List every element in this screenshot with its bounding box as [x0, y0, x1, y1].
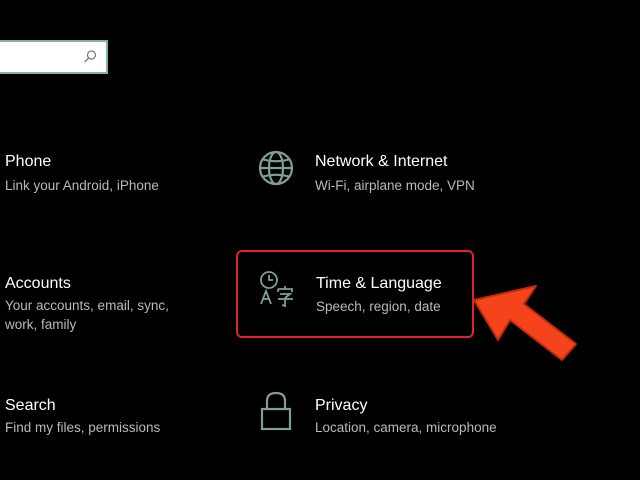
tile-network-title: Network & Internet	[315, 153, 448, 170]
time-language-icon	[260, 271, 293, 308]
tile-phone[interactable]: Phone Link your Android, iPhone	[0, 145, 220, 205]
search-input[interactable]	[0, 42, 94, 72]
tile-accounts-description: Your accounts, email, sync, work, family	[5, 298, 169, 332]
tile-search-title: Search	[5, 397, 56, 414]
red-arrow-icon	[473, 285, 577, 361]
tile-time-language[interactable]: Time & Language Speech, region, date	[236, 250, 474, 338]
globe-icon	[258, 150, 294, 186]
search-icon[interactable]	[82, 49, 98, 65]
settings-page: Phone Link your Android, iPhone Network …	[0, 0, 640, 480]
tile-privacy-title: Privacy	[315, 397, 368, 414]
tile-phone-title: Phone	[5, 153, 52, 170]
tile-search-description: Find my files, permissions	[5, 420, 161, 435]
tile-time-language-description: Speech, region, date	[316, 299, 441, 314]
tile-search[interactable]: Search Find my files, permissions	[0, 388, 220, 448]
tile-network-description: Wi-Fi, airplane mode, VPN	[315, 178, 475, 193]
tile-accounts-title: Accounts	[5, 275, 71, 292]
tile-privacy-description: Location, camera, microphone	[315, 420, 497, 435]
tile-time-language-title: Time & Language	[316, 275, 442, 292]
lock-icon	[260, 391, 292, 431]
tile-privacy[interactable]: Privacy Location, camera, microphone	[250, 388, 510, 448]
tile-phone-description: Link your Android, iPhone	[5, 178, 159, 193]
tile-network-internet[interactable]: Network & Internet Wi-Fi, airplane mode,…	[250, 145, 500, 205]
search-box[interactable]	[0, 40, 108, 74]
tile-accounts[interactable]: Accounts Your accounts, email, sync, wor…	[0, 266, 220, 346]
